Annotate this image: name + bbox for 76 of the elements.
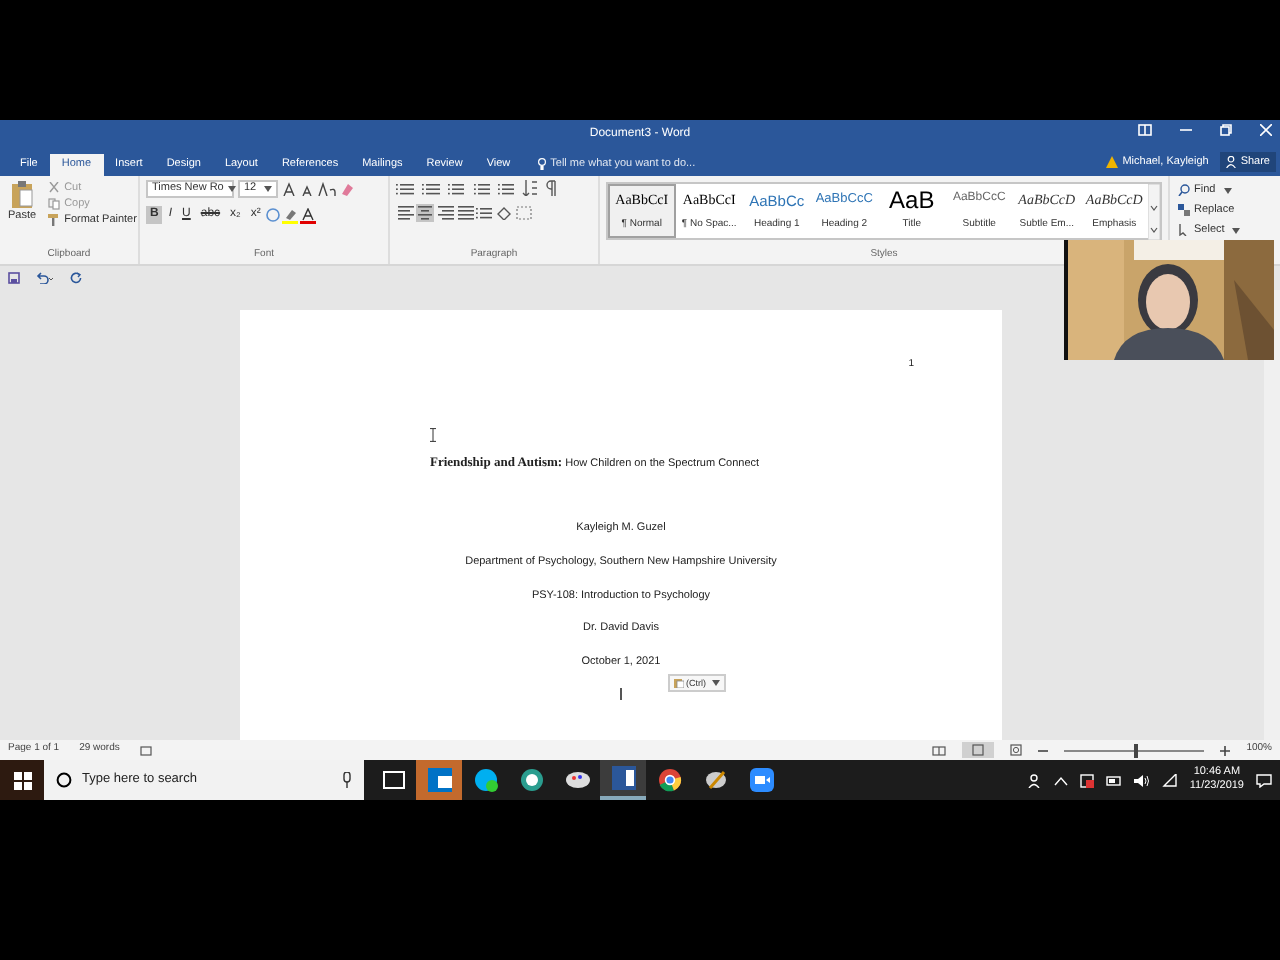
ribbon-display-icon[interactable] [1138, 124, 1152, 136]
highlight-icon[interactable] [282, 207, 299, 223]
page-icon [972, 744, 985, 756]
shading-icon[interactable] [496, 206, 514, 220]
zoom-in-icon[interactable] [1220, 745, 1231, 755]
shrink-font-icon[interactable] [300, 182, 314, 196]
read-mode-icon[interactable] [932, 745, 947, 755]
align-icon [458, 206, 474, 220]
notifications-icon[interactable] [1256, 773, 1272, 787]
pilcrow-icon[interactable] [546, 180, 556, 196]
chrome-icon[interactable] [657, 768, 681, 792]
gallery-scroll-icon[interactable] [1148, 184, 1160, 240]
align-button[interactable] [436, 204, 454, 222]
line-spacing-icon[interactable] [476, 206, 494, 220]
change-case-icon[interactable] [318, 182, 336, 196]
paint-brush-icon[interactable] [703, 768, 727, 792]
numbering-icon[interactable] [422, 181, 440, 195]
scissors-icon [48, 182, 61, 194]
web-layout-icon[interactable] [1010, 744, 1023, 756]
globe-icon[interactable] [519, 768, 543, 792]
save-icon[interactable] [8, 272, 20, 284]
align-icon [418, 206, 434, 220]
caret-icon [1223, 187, 1232, 193]
microphone-icon [342, 772, 352, 788]
lightbulb-icon [538, 157, 547, 170]
word-app-icon[interactable] [611, 766, 635, 790]
caret-icon [1232, 227, 1241, 233]
security-icon[interactable] [1079, 773, 1094, 787]
chat-app-icon[interactable] [473, 768, 497, 792]
replace-icon [1178, 204, 1190, 216]
close-icon[interactable] [1260, 124, 1272, 136]
minimize-icon[interactable] [1180, 124, 1192, 136]
paint-palette-icon[interactable] [565, 768, 589, 792]
start-button[interactable] [0, 760, 44, 800]
text-effects-icon[interactable] [266, 208, 281, 222]
person-icon [1226, 155, 1237, 168]
proofing-icon[interactable] [139, 745, 152, 755]
clipboard-icon [674, 678, 684, 688]
warning-icon [1106, 155, 1119, 168]
align-button[interactable] [416, 204, 434, 222]
print-layout-button[interactable] [962, 742, 995, 758]
wifi-icon[interactable] [1161, 773, 1178, 787]
align-icon [438, 206, 454, 220]
search-icon [56, 772, 72, 788]
windows-logo-icon [13, 771, 31, 789]
speaker-icon[interactable] [1133, 773, 1150, 787]
brush-icon [48, 214, 61, 226]
align-icon [398, 206, 414, 220]
search-icon [1178, 184, 1190, 196]
undo-icon[interactable] [36, 272, 54, 284]
copy-icon [48, 198, 61, 210]
text-cursor-icon [430, 428, 436, 442]
caret-icon [712, 680, 720, 686]
task-view-icon[interactable] [381, 768, 405, 792]
caret-icon [227, 186, 236, 192]
caret-icon [264, 186, 272, 192]
redo-icon[interactable] [70, 272, 82, 284]
sort-icon[interactable] [522, 180, 538, 196]
mail-app-icon[interactable] [427, 768, 451, 792]
font-color-icon[interactable] [300, 207, 317, 223]
zoom-out-icon[interactable] [1038, 745, 1049, 755]
decrease-indent-icon[interactable] [474, 181, 490, 195]
zoom-thumb[interactable] [1134, 743, 1139, 757]
chevron-up-icon[interactable] [1053, 775, 1068, 785]
multilevel-list-icon[interactable] [448, 181, 466, 195]
bullets-icon[interactable] [396, 181, 414, 195]
people-icon[interactable] [1027, 773, 1042, 787]
align-button[interactable] [456, 204, 474, 222]
select-icon [1178, 224, 1190, 236]
restore-icon[interactable] [1220, 124, 1232, 136]
increase-indent-icon[interactable] [498, 181, 514, 195]
video-call-icon[interactable] [749, 768, 773, 792]
grow-font-icon[interactable] [282, 182, 296, 196]
battery-icon[interactable] [1105, 775, 1122, 785]
clear-format-icon[interactable] [340, 182, 354, 196]
align-button[interactable] [396, 204, 414, 222]
